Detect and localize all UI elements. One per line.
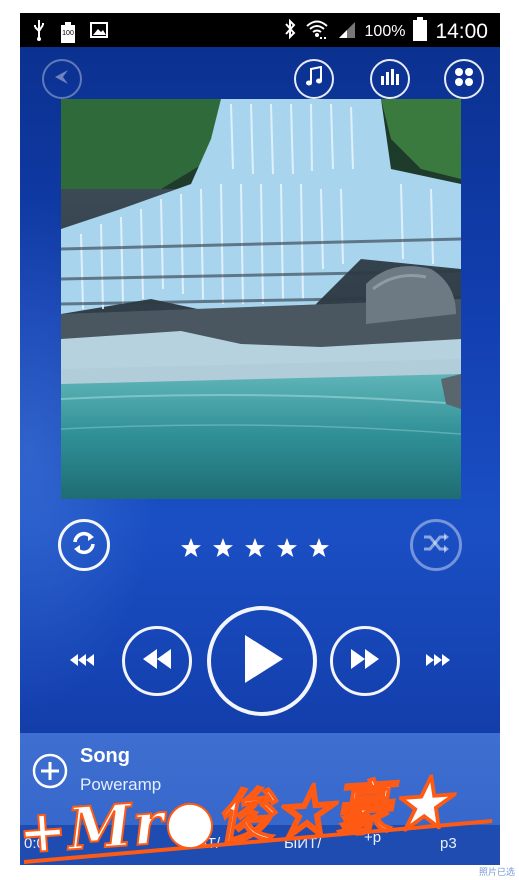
star-icon[interactable] (244, 537, 266, 559)
star-icon[interactable] (180, 537, 202, 559)
status-bar: 100 100% 14:00 (20, 13, 500, 47)
star-icon[interactable] (276, 537, 298, 559)
star-icon[interactable] (308, 537, 330, 559)
grid-icon (454, 67, 474, 92)
watermark: +Mr●俊☆豪★ 照片已选 (0, 768, 519, 880)
watermark-corner-text: 照片已选 (478, 867, 515, 877)
top-bar (20, 57, 500, 101)
image-icon (90, 22, 108, 43)
shuffle-icon (422, 531, 450, 560)
previous-track-icon[interactable] (70, 653, 94, 671)
shuffle-button[interactable] (410, 519, 462, 571)
rating-stars[interactable] (180, 537, 330, 559)
song-title: Song (80, 745, 130, 767)
next-track-icon[interactable] (426, 653, 450, 671)
library-button[interactable] (294, 59, 334, 99)
photo-frame: 100 100% 14:00 Song Poweramp 0:0 ЫИТ/ +р… (0, 0, 519, 880)
wifi-icon (305, 18, 329, 45)
equalizer-button[interactable] (370, 59, 410, 99)
album-art-image (61, 99, 461, 499)
phone-screen: 100 100% 14:00 Song Poweramp 0:0 ЫИТ/ +р… (20, 13, 500, 865)
music-note-icon (304, 65, 324, 93)
repeat-button[interactable] (58, 519, 110, 571)
play-icon (239, 633, 285, 690)
play-button[interactable] (207, 606, 317, 716)
fast-forward-button[interactable] (330, 626, 400, 696)
usb-icon (32, 19, 46, 46)
menu-button[interactable] (444, 59, 484, 99)
rewind-icon (141, 648, 173, 675)
clock: 14:00 (435, 19, 488, 43)
battery-icon: 100 (60, 21, 76, 44)
rewind-button[interactable] (122, 626, 192, 696)
battery-icon (413, 17, 428, 46)
repeat-icon (70, 529, 98, 562)
back-button[interactable] (42, 59, 82, 99)
fast-forward-icon (349, 648, 381, 675)
battery-percent: 100% (364, 22, 406, 40)
signal-icon (337, 19, 357, 44)
star-icon[interactable] (212, 537, 234, 559)
album-art[interactable] (61, 99, 461, 499)
equalizer-icon (380, 68, 400, 91)
back-arrow-icon (52, 67, 72, 92)
battery-level-label: 100 (62, 29, 74, 37)
bluetooth-icon (283, 18, 297, 45)
